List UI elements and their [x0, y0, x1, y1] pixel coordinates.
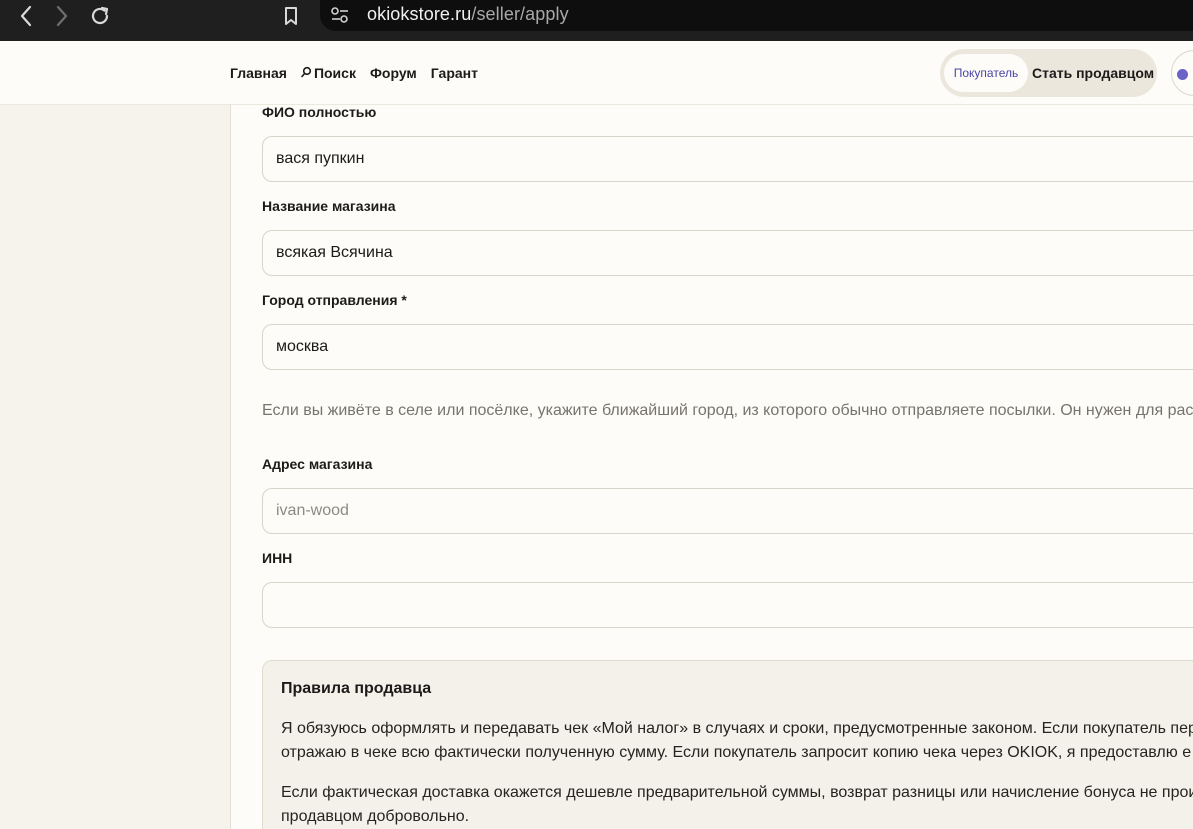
shop-name-input[interactable]: всякая Всячина: [262, 230, 1193, 276]
user-status-icon: [1177, 69, 1188, 80]
rules-paragraph-2-line-2: продавцом добровольно.: [281, 808, 470, 825]
shop-address-label: Адрес магазина: [262, 456, 373, 472]
seller-application-form: ФИО полностью вася пупкин Название магаз…: [231, 104, 1193, 829]
browser-toolbar: okiokstore.ru/seller/apply: [0, 0, 1193, 41]
shop-address-input[interactable]: ivan-wood: [262, 488, 1193, 534]
reload-icon[interactable]: [85, 0, 115, 31]
role-buyer-button[interactable]: Покупатель: [944, 54, 1028, 92]
become-seller-button[interactable]: Стать продавцом: [1032, 54, 1154, 92]
full-name-label: ФИО полностью: [262, 104, 377, 120]
role-switch: Покупатель Стать продавцом: [940, 49, 1157, 97]
nav-search-link[interactable]: Поиск: [301, 65, 356, 81]
main-nav: Главная Поиск Форум Гарант: [230, 65, 478, 81]
city-hint: Если вы живёте в селе или посёлке, укажи…: [262, 402, 1193, 419]
nav-guarantor-link[interactable]: Гарант: [431, 65, 478, 81]
city-label: Город отправления *: [262, 292, 407, 308]
seller-rules-title: Правила продавца: [281, 680, 432, 697]
site-settings-icon[interactable]: [330, 6, 350, 29]
city-input[interactable]: москва: [262, 324, 1193, 370]
nav-forum-link[interactable]: Форум: [370, 65, 417, 81]
back-icon[interactable]: [11, 0, 41, 31]
user-menu-button[interactable]: [1171, 50, 1193, 96]
nav-home-label: Главная: [230, 65, 287, 81]
inn-input[interactable]: [262, 582, 1193, 628]
seller-rules-panel: Правила продавца Я обязуюсь оформлять и …: [262, 660, 1193, 829]
nav-forum-label: Форум: [369, 65, 417, 81]
rules-paragraph-2-line-1: Если фактическая доставка окажется дешев…: [281, 784, 1193, 801]
site-header: Главная Поиск Форум Гарант Покупатель Ст…: [0, 41, 1193, 105]
search-icon: [301, 65, 312, 81]
nav-home-link[interactable]: Главная: [230, 65, 287, 81]
bookmark-icon[interactable]: [276, 0, 306, 31]
rules-paragraph-1-line-2: отражаю в чеке всю фактически полученную…: [281, 744, 1192, 761]
forward-icon[interactable]: [47, 0, 77, 31]
inn-label: ИНН: [262, 550, 293, 566]
address-bar[interactable]: okiokstore.ru/seller/apply: [320, 0, 1193, 31]
sidebar: [0, 105, 231, 829]
url-text: okiokstore.ru/seller/apply: [367, 4, 569, 24]
nav-guarantor-label: Гарант: [430, 65, 478, 81]
nav-search-label: Поиск: [313, 65, 356, 81]
shop-name-label: Название магазина: [262, 198, 396, 214]
full-name-input[interactable]: вася пупкин: [262, 136, 1193, 182]
rules-paragraph-1-line-1: Я обязуюсь оформлять и передавать чек «М…: [281, 720, 1193, 737]
